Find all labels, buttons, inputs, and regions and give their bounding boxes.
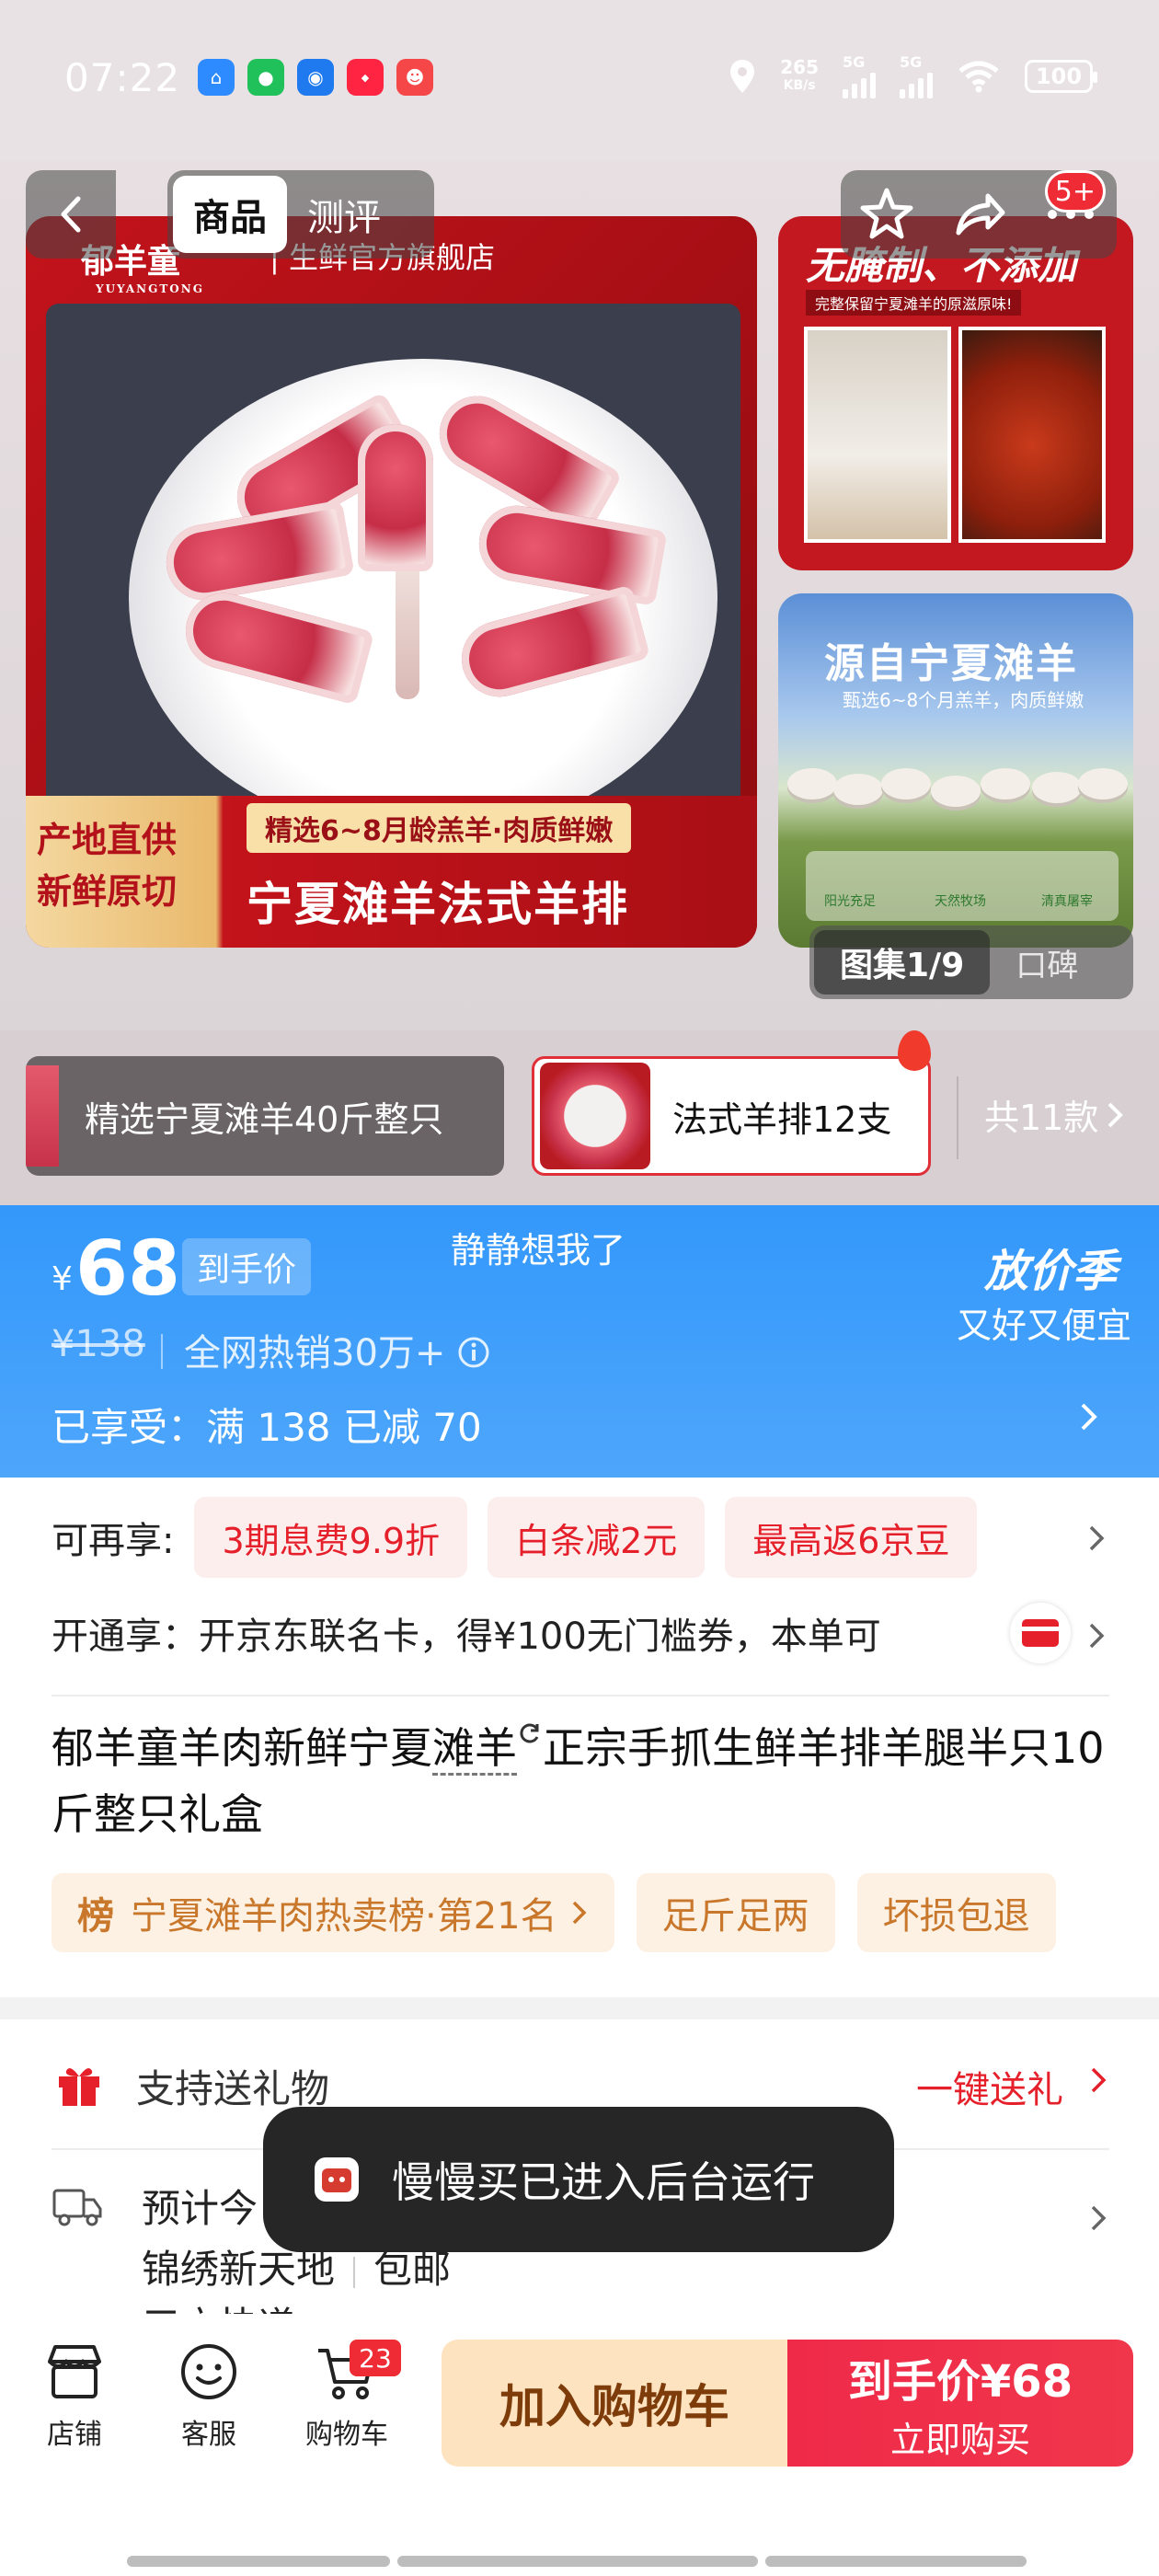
- album-switch: 图集1/9 口碑: [809, 926, 1133, 999]
- sku-thumbnail: [540, 1063, 650, 1169]
- ranking-icon: 榜: [77, 1895, 114, 1938]
- promo-subtitle: 又好又便宜: [956, 1305, 1131, 1346]
- product-tags: 榜 宁夏滩羊肉热卖榜·第21名 足斤足两 坏损包退: [52, 1873, 1056, 1952]
- tag-damage-refund[interactable]: 坏损包退: [856, 1873, 1056, 1952]
- keyword-link[interactable]: 滩羊: [432, 1723, 517, 1776]
- gift-icon: [59, 2068, 99, 2106]
- game-app-icon: ☻: [396, 59, 433, 96]
- gift-support-label: 支持送礼物: [136, 2066, 330, 2111]
- send-gift-button[interactable]: 一键送礼: [916, 2060, 1063, 2113]
- offers-section: 可再享: 3期息费9.9折 白条减2元 最高返6京豆 开通享：开京东联名卡，得¥…: [0, 1478, 1159, 1997]
- discount-applied[interactable]: 已享受：满 138 已减 70: [52, 1397, 482, 1453]
- original-price: ¥138: [52, 1323, 145, 1365]
- top-tabs: 商品 测评: [167, 170, 434, 259]
- promo-title: 放价季: [983, 1246, 1117, 1297]
- truck-icon: [52, 2189, 102, 2226]
- buy-now-button[interactable]: 到手价¥68 立即购买: [787, 2340, 1133, 2467]
- location-icon: [730, 59, 755, 93]
- share-icon[interactable]: [949, 185, 1008, 244]
- sku-option-lamb-chops[interactable]: 法式羊排12支: [532, 1056, 931, 1176]
- chevron-right-icon[interactable]: [1087, 1524, 1106, 1553]
- add-to-cart-button[interactable]: 加入购物车: [442, 2340, 787, 2467]
- offer-chip-installment[interactable]: 3期息费9.9折: [194, 1497, 468, 1578]
- hot-flame-icon: [898, 1030, 931, 1071]
- offer-chip-jingdou[interactable]: 最高返6京豆: [725, 1497, 978, 1578]
- wifi-icon: [958, 61, 999, 92]
- smiley-chat-icon: [181, 2344, 236, 2399]
- price-banner: ¥ 68 到手价 静静想我了 放价季 又好又便宜 ¥138 全网热销30万+ 已…: [0, 1205, 1159, 1478]
- lamb-chops-photo: [46, 304, 740, 819]
- chevron-right-icon[interactable]: [1089, 2203, 1107, 2233]
- cart-count-badge: 23: [350, 2340, 401, 2376]
- battery-icon: 100: [1025, 59, 1097, 93]
- chevron-right-icon: [1107, 1102, 1124, 1127]
- back-button[interactable]: [26, 170, 116, 259]
- final-price: 68: [75, 1225, 181, 1313]
- sales-count: 全网热销30万+: [184, 1323, 490, 1376]
- gallery-thumb-no-additives[interactable]: 无腌制、不添加 完整保留宁夏滩羊的原滋原味!: [778, 216, 1133, 570]
- ranking-tag[interactable]: 榜 宁夏滩羊肉热卖榜·第21名: [52, 1873, 614, 1952]
- chevron-right-icon: [572, 1901, 587, 1925]
- top-actions: 5+: [841, 170, 1117, 259]
- main-product-image[interactable]: 郁羊童 YUYANGTONG | 生鲜官方旗舰店 产地直供新鲜原切 精选6~8月…: [26, 216, 757, 948]
- xiaohongshu-icon: ◆: [347, 59, 384, 96]
- bottom-action-bar: 店铺 客服 购物车 23 加入购物车 到手价¥68 立即购买: [0, 2314, 1159, 2576]
- shop-button[interactable]: 店铺: [24, 2341, 125, 2452]
- final-price-badge: 到手价: [182, 1238, 312, 1295]
- tab-product[interactable]: 商品: [173, 176, 287, 253]
- signal-2-icon: 5G: [900, 53, 933, 98]
- status-app-icons: ⌂ ● ◉ ◆ ☻: [198, 59, 433, 96]
- customer-service-button[interactable]: 客服: [158, 2341, 259, 2452]
- home-app-icon: ⌂: [198, 59, 235, 96]
- credit-card-icon: [1010, 1603, 1071, 1663]
- wechat-icon: ●: [247, 59, 284, 96]
- back-arrow-icon: [61, 196, 81, 233]
- toast-message: 慢慢买已进入后台运行: [263, 2107, 894, 2252]
- status-bar: 07:22 ⌂ ● ◉ ◆ ☻ 265 KB/s 5G 5G 100: [0, 0, 1159, 161]
- status-time: 07:22: [64, 55, 181, 100]
- origin-badges: 阳光充足 天然牧场 清真屠宰: [806, 851, 1119, 921]
- review-images-tab[interactable]: 口碑: [1016, 940, 1078, 985]
- tag-full-weight[interactable]: 足斤足两: [636, 1873, 835, 1952]
- app-logo-icon: [315, 2157, 359, 2202]
- sku-more-button[interactable]: 共11款: [984, 1089, 1124, 1140]
- info-icon[interactable]: [457, 1336, 490, 1369]
- album-counter[interactable]: 图集1/9: [814, 930, 991, 995]
- offer-chip-baitiao[interactable]: 白条减2元: [488, 1497, 706, 1578]
- tab-review[interactable]: 测评: [287, 176, 401, 253]
- refresh-icon: [520, 1723, 539, 1743]
- more-offers-row[interactable]: 可再享: 3期息费9.9折 白条减2元 最高返6京豆: [52, 1496, 1082, 1579]
- signal-1-icon: 5G: [843, 53, 876, 98]
- floating-text: 静静想我了: [451, 1230, 626, 1271]
- notification-badge: 5+: [1044, 170, 1106, 213]
- product-title: 郁羊童羊肉新鲜宁夏滩羊 正宗手抓生鲜羊排羊腿半只10斤整只礼盒: [52, 1715, 1119, 1847]
- store-icon: [48, 2345, 101, 2398]
- message-app-icon: ◉: [297, 59, 334, 96]
- gallery-thumb-origin[interactable]: 源自宁夏滩羊 甄选6~8个月羔羊，肉质鲜嫩 阳光充足 天然牧场 清真屠宰: [778, 593, 1133, 948]
- network-speed: 265 KB/s: [780, 55, 819, 93]
- favorite-star-icon[interactable]: [857, 185, 916, 244]
- cobrand-card-offer[interactable]: 开通享：开京东联名卡，得¥100无门槛券，本单可: [52, 1606, 981, 1660]
- product-gallery[interactable]: 郁羊童 YUYANGTONG | 生鲜官方旗舰店 产地直供新鲜原切 精选6~8月…: [0, 161, 1159, 1030]
- system-gesture-bar: [127, 2556, 1027, 2569]
- chevron-right-icon[interactable]: [1087, 1621, 1106, 1650]
- sku-option-whole-lamb[interactable]: 精选宁夏滩羊40斤整只: [26, 1056, 504, 1176]
- product-banner: 产地直供 新鲜原切 精选6~8月龄羔羊·肉质鲜嫩 宁夏滩羊法式羊排: [26, 796, 757, 948]
- chevron-right-icon[interactable]: [1078, 1400, 1100, 1433]
- delivery-estimate[interactable]: 预计今: [142, 2178, 258, 2234]
- chevron-right-icon[interactable]: [1089, 2065, 1107, 2095]
